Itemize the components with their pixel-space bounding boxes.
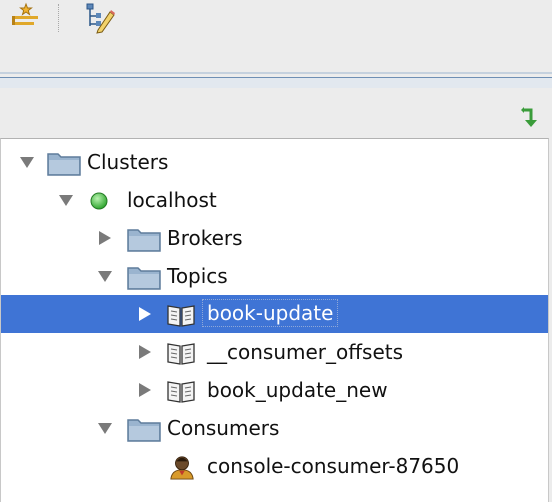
tree-node-label: Brokers — [167, 226, 243, 250]
expanded-triangle-icon[interactable] — [97, 421, 113, 435]
expanded-triangle-icon[interactable] — [19, 155, 35, 169]
collapsed-triangle-icon[interactable] — [97, 231, 113, 245]
panel-divider — [0, 72, 552, 88]
tree-node-label: book_update_new — [207, 378, 388, 402]
refresh-arrow-icon — [521, 107, 537, 127]
tree-node-consumer-offsets[interactable]: __consumer_offsets — [1, 333, 548, 371]
tree-node-localhost[interactable]: localhost — [1, 181, 548, 219]
folder-icon — [127, 229, 161, 252]
tree-node-consumers[interactable]: Consumers — [1, 409, 548, 447]
tree-node-label: Clusters — [87, 150, 169, 174]
edit-tree-button[interactable] — [84, 2, 116, 34]
folder-icon — [127, 419, 161, 442]
tree-node-topics[interactable]: Topics — [1, 257, 548, 295]
book-icon — [167, 305, 195, 327]
collapsed-triangle-icon[interactable] — [137, 345, 153, 359]
book-icon — [167, 343, 195, 365]
book-icon — [167, 381, 195, 403]
status-green-icon — [90, 192, 108, 210]
toolbar — [0, 0, 552, 42]
refresh-button[interactable] — [518, 104, 548, 132]
tree-node-label: console-consumer-87650 — [207, 454, 460, 478]
cluster-tree: Clusters localhost Brokers Topics book-u… — [0, 138, 549, 502]
tree-node-clusters[interactable]: Clusters — [1, 143, 548, 181]
edit-tree-icon — [86, 3, 115, 34]
consumer-icon — [170, 456, 194, 480]
expanded-triangle-icon[interactable] — [58, 193, 74, 207]
tree-node-label: Topics — [167, 264, 228, 288]
add-config-button[interactable] — [8, 2, 40, 34]
tree-node-label: localhost — [127, 188, 217, 212]
toolbar-separator — [58, 4, 59, 32]
expanded-triangle-icon[interactable] — [97, 269, 113, 283]
tree-node-label: Consumers — [167, 416, 280, 440]
tree-node-console-consumer[interactable]: console-consumer-87650 — [1, 447, 548, 485]
folder-icon — [47, 153, 81, 176]
add-config-icon — [12, 2, 38, 25]
folder-icon — [127, 267, 161, 290]
tree-node-book-update-new[interactable]: book_update_new — [1, 371, 548, 409]
tree-node-label: __consumer_offsets — [207, 340, 404, 364]
tree-node-book-update[interactable]: book-update — [1, 295, 548, 333]
collapsed-triangle-icon[interactable] — [137, 383, 153, 397]
tree-node-brokers[interactable]: Brokers — [1, 219, 548, 257]
tree-node-label: book-update — [202, 299, 339, 327]
collapsed-triangle-icon[interactable] — [137, 307, 153, 321]
